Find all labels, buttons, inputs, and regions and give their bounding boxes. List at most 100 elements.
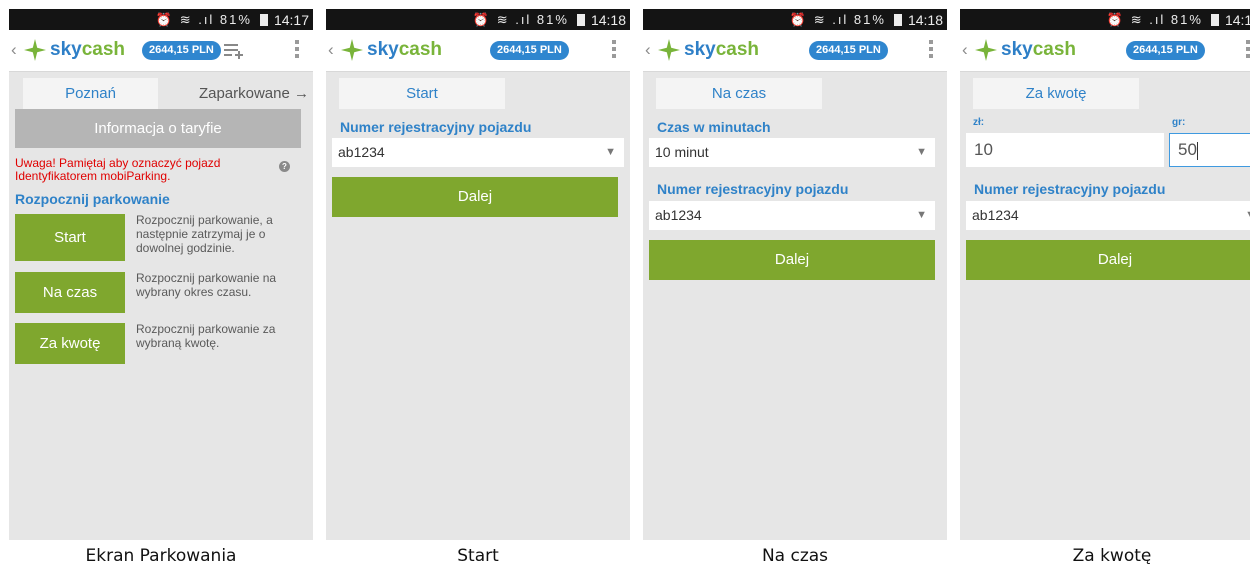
tab-strip: Start [326, 78, 630, 109]
phone-screen-parking: ⏰ ≋ .ıl 81% 14:17 ‹ sky cash 2644,15 PLN … [9, 9, 313, 540]
battery-icon [893, 13, 902, 26]
app-bar: ‹ sky cash 2644,15 PLN [960, 30, 1250, 72]
time-value: 10 minut [655, 144, 709, 160]
plate-value: ab1234 [338, 144, 385, 160]
back-chevron-icon[interactable]: ‹ [962, 40, 968, 60]
dropdown-caret-icon: ▼ [916, 146, 927, 158]
battery-icon [259, 13, 268, 26]
overflow-menu-icon[interactable] [929, 40, 933, 61]
help-icon[interactable]: ? [279, 161, 290, 172]
skycash-logo: sky cash [974, 38, 1076, 62]
zl-input[interactable]: 10 [966, 133, 1164, 167]
warning-text: Uwaga! Pamiętaj aby oznaczyć pojazd Iden… [15, 156, 221, 183]
tab-poznan[interactable]: Poznań [23, 78, 158, 109]
tab-start[interactable]: Start [339, 78, 505, 109]
skycash-logo: sky cash [23, 38, 125, 62]
status-icons: ⏰ ≋ .ıl 81% [155, 11, 252, 27]
phone-screen-na-czas: ⏰ ≋ .ıl 81% 14:18 ‹ sky cash 2644,15 PLN … [643, 9, 947, 540]
status-bar: ⏰ ≋ .ıl 81% 14:19 [960, 9, 1250, 30]
next-button[interactable]: Dalej [332, 177, 618, 217]
balance-badge[interactable]: 2644,15 PLN [809, 41, 888, 60]
plate-value: ab1234 [972, 207, 1019, 223]
next-button[interactable]: Dalej [966, 240, 1250, 280]
text-cursor [1196, 141, 1198, 160]
status-icons: ⏰ ≋ .ıl 81% [472, 11, 569, 27]
plate-label: Numer rejestracyjny pojazdu [974, 181, 1166, 197]
dropdown-caret-icon: ▼ [1245, 201, 1250, 230]
app-bar: ‹ sky cash 2644,15 PLN [9, 30, 313, 72]
plate-value: ab1234 [655, 207, 702, 223]
caption-ekran-parkowania: Ekran Parkowania [85, 546, 237, 566]
status-bar: ⏰ ≋ .ıl 81% 14:18 [643, 9, 947, 30]
status-time: 14:19 [1224, 11, 1250, 28]
balance-badge[interactable]: 2644,15 PLN [142, 41, 221, 60]
caption-na-czas: Na czas [761, 546, 829, 566]
caption-start: Start [457, 546, 499, 566]
status-time: 14:18 [590, 11, 626, 28]
logo-text-sky: sky [684, 39, 716, 60]
gr-value: 50 [1178, 140, 1197, 159]
zl-label: zł: [973, 117, 985, 128]
start-description: Rozpocznij parkowanie, a następnie zatrz… [136, 213, 273, 255]
dropdown-caret-icon: ▼ [605, 146, 616, 158]
tab-strip: Na czas [643, 78, 947, 109]
app-bar: ‹ sky cash 2644,15 PLN [326, 30, 630, 72]
time-select[interactable]: 10 minut ▼ [649, 138, 935, 167]
logo-text-cash: cash [398, 39, 443, 60]
status-icons: ⏰ ≋ .ıl 81% [789, 11, 886, 27]
overflow-menu-icon[interactable] [1246, 40, 1250, 61]
plate-select[interactable]: ab1234 ▼ [966, 201, 1250, 230]
logo-text-sky: sky [367, 39, 399, 60]
tariff-info-button[interactable]: Informacja o taryfie [15, 109, 301, 148]
app-bar: ‹ sky cash 2644,15 PLN [643, 30, 947, 72]
status-icons: ⏰ ≋ .ıl 81% [1106, 11, 1203, 27]
balance-badge[interactable]: 2644,15 PLN [490, 41, 569, 60]
star-logo-icon [341, 39, 363, 61]
dropdown-caret-icon: ▼ [916, 209, 927, 221]
balance-badge[interactable]: 2644,15 PLN [1126, 41, 1205, 60]
skycash-logo: sky cash [340, 38, 442, 62]
gr-input[interactable]: 50 [1169, 133, 1250, 167]
na-czas-description: Rozpocznij parkowanie na wybrany okres c… [136, 271, 277, 299]
time-label: Czas w minutach [657, 119, 771, 135]
skycash-logo: sky cash [657, 38, 759, 62]
battery-icon [1210, 13, 1219, 26]
phone-screen-start: ⏰ ≋ .ıl 81% 14:18 ‹ sky cash 2644,15 PLN … [326, 9, 630, 540]
status-bar: ⏰ ≋ .ıl 81% 14:18 [326, 9, 630, 30]
tab-zaparkowane[interactable]: Zaparkowane → [169, 78, 313, 109]
star-logo-icon [24, 39, 46, 61]
tab-strip: Poznań Zaparkowane → [9, 78, 313, 109]
overflow-menu-icon[interactable] [612, 40, 616, 61]
tab-strip: Za kwotę [960, 78, 1250, 109]
phone-screen-za-kwote: ⏰ ≋ .ıl 81% 14:19 ‹ skycash 2644,15 PLN … [960, 9, 1250, 540]
gr-label: gr: [1172, 117, 1186, 128]
status-time: 14:18 [907, 11, 943, 28]
next-button[interactable]: Dalej [649, 240, 935, 280]
start-button[interactable]: Start [15, 214, 125, 261]
plate-label: Numer rejestracyjny pojazdu [340, 119, 532, 135]
star-logo-icon [975, 39, 997, 61]
logo-text-sky: sky [1001, 39, 1033, 60]
plate-select[interactable]: ab1234 ▼ [649, 201, 935, 230]
section-title: Rozpocznij parkowanie [15, 191, 170, 207]
za-kwote-description: Rozpocznij parkowanie za wybraną kwotę. [136, 322, 276, 350]
battery-icon [576, 13, 585, 26]
plate-label: Numer rejestracyjny pojazdu [657, 181, 849, 197]
na-czas-button[interactable]: Na czas [15, 272, 125, 313]
status-bar: ⏰ ≋ .ıl 81% 14:17 [9, 9, 313, 30]
back-chevron-icon[interactable]: ‹ [645, 40, 651, 60]
logo-text-cash: cash [81, 39, 126, 60]
tab-na-czas[interactable]: Na czas [656, 78, 822, 109]
logo-text-cash: cash [715, 39, 760, 60]
status-time: 14:17 [273, 11, 309, 28]
back-chevron-icon[interactable]: ‹ [328, 40, 334, 60]
za-kwote-button[interactable]: Za kwotę [15, 323, 125, 364]
add-list-icon[interactable] [224, 42, 244, 60]
overflow-menu-icon[interactable] [295, 40, 299, 61]
caption-za-kwote: Za kwotę [1072, 546, 1152, 566]
star-logo-icon [658, 39, 680, 61]
tab-za-kwote[interactable]: Za kwotę [973, 78, 1139, 109]
logo-text-sky: sky [50, 39, 82, 60]
plate-select[interactable]: ab1234 ▼ [332, 138, 624, 167]
back-chevron-icon[interactable]: ‹ [11, 40, 17, 60]
